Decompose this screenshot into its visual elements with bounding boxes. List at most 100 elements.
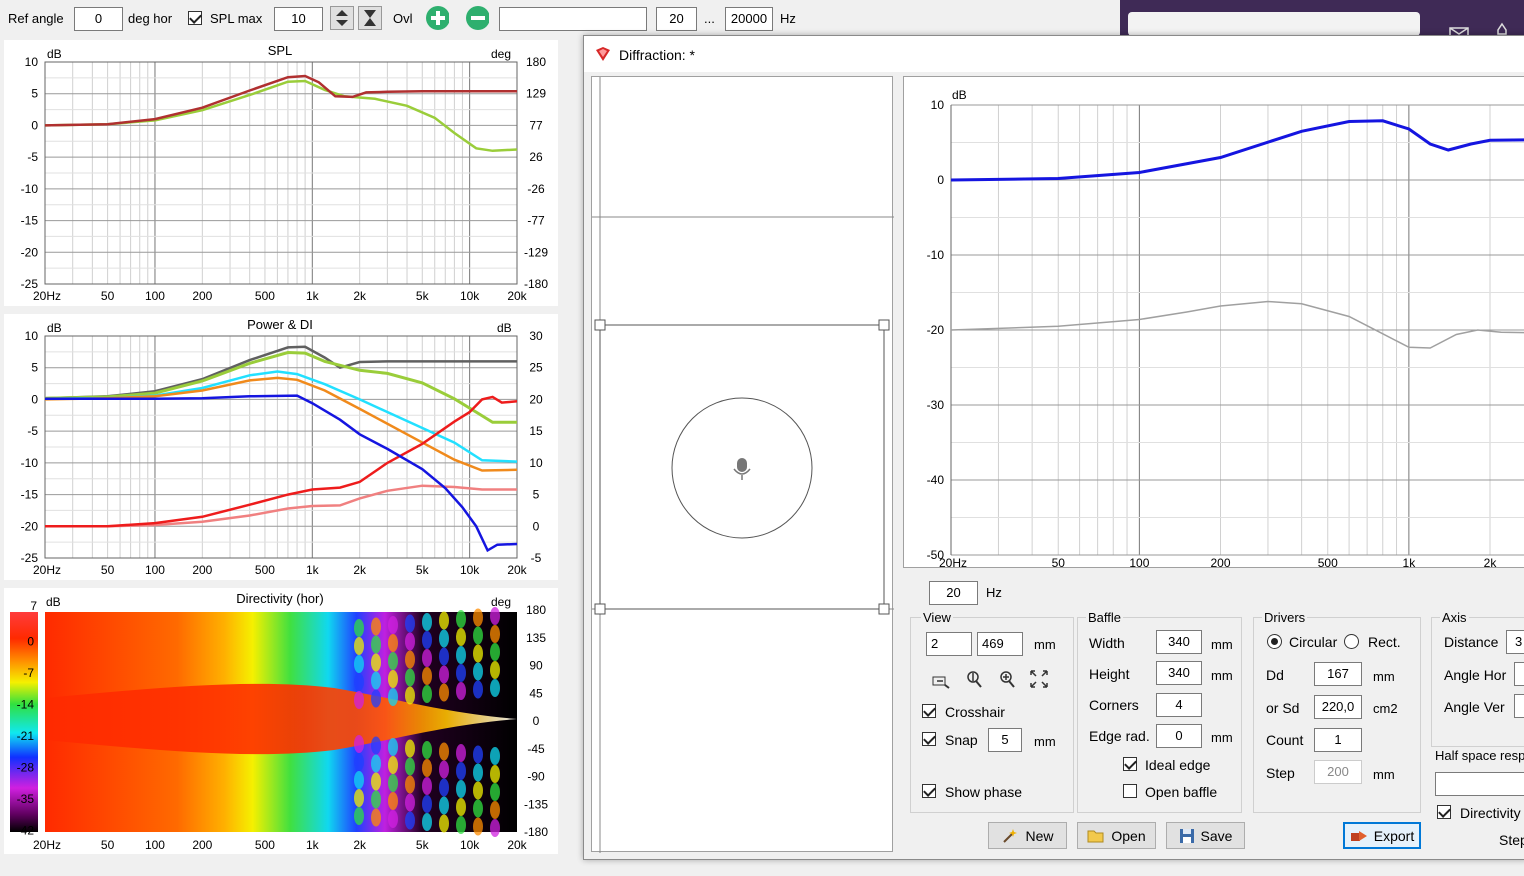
view-unit: mm — [1034, 637, 1056, 652]
save-button-label: Save — [1200, 827, 1233, 844]
spl-max-input[interactable]: 10 — [274, 7, 323, 31]
dd-input[interactable]: 167 — [1314, 662, 1362, 686]
ripple-lobe — [473, 763, 483, 782]
scale-label: -28 — [17, 761, 35, 775]
overlay-name-input[interactable] — [499, 7, 647, 31]
add-overlay-button[interactable] — [425, 6, 449, 30]
baffle-height-input[interactable]: 340 — [1156, 661, 1202, 685]
sd-input[interactable]: 220,0 — [1314, 695, 1362, 719]
ripple-lobe — [473, 608, 483, 627]
dir-unit-left: dB — [46, 595, 61, 609]
baffle-editor-canvas[interactable] — [591, 76, 894, 853]
x-tick-label: 2k — [353, 563, 367, 577]
new-button[interactable]: New — [988, 822, 1067, 849]
directivity-checkbox[interactable] — [1437, 805, 1451, 819]
zoom-vertical-icon — [967, 671, 982, 688]
ripple-lobe — [439, 814, 449, 833]
baffle-width-input[interactable]: 340 — [1156, 630, 1202, 654]
x-tick-label: 200 — [192, 838, 212, 852]
dialog-title-bar[interactable]: Diffraction: * — [584, 36, 1524, 72]
app-icon — [596, 47, 610, 61]
spin-up-down-button[interactable] — [330, 6, 354, 30]
frequency-unit: Hz — [986, 585, 1002, 600]
y-tick-label: -77 — [527, 214, 545, 228]
ref-angle-input[interactable]: 0 — [74, 7, 123, 31]
half-space-input[interactable] — [1435, 772, 1524, 796]
ripple-lobe — [456, 780, 466, 798]
dir-title: Directivity (hor) — [236, 591, 323, 606]
save-button[interactable]: Save — [1166, 822, 1245, 849]
ripple-lobe — [473, 644, 483, 663]
dialog-title: Diffraction: * — [619, 47, 695, 63]
hourglass-button[interactable] — [358, 6, 382, 30]
circular-radio[interactable] — [1267, 634, 1282, 649]
y-tick-label: -10 — [927, 248, 945, 262]
step-label: Step — [1266, 765, 1295, 781]
y-tick-label: -5 — [27, 424, 38, 438]
baffle-corners-input[interactable]: 4 — [1156, 693, 1202, 717]
snap-input[interactable]: 5 — [988, 728, 1022, 752]
zoom-in-icon — [1000, 671, 1015, 688]
angle-hor-label: Angle Hor — [1444, 667, 1507, 683]
baffle-drawing — [592, 77, 894, 853]
scale-label: -42 — [17, 824, 35, 838]
angle-ver-input[interactable] — [1514, 694, 1524, 718]
edge-radius-input[interactable]: 0 — [1156, 724, 1202, 748]
zoom-in-button[interactable] — [995, 667, 1019, 691]
open-button[interactable]: Open — [1077, 822, 1156, 849]
y-tick-label: -5 — [27, 150, 38, 164]
x-tick-label: 50 — [101, 289, 115, 303]
distance-input[interactable]: 3 — [1506, 630, 1524, 654]
freq-max-input[interactable]: 20000 — [725, 7, 773, 31]
zoom-out-icon — [932, 676, 950, 689]
y-tick-label: 25 — [529, 361, 543, 375]
crosshair-checkbox[interactable] — [922, 704, 936, 718]
view-min-input[interactable]: 2 — [926, 632, 972, 656]
sd-label: or Sd — [1266, 700, 1300, 716]
ripple-lobe — [490, 819, 500, 837]
dd-label: Dd — [1266, 667, 1284, 683]
ripple-lobe — [354, 691, 364, 709]
zoom-out-button[interactable] — [929, 667, 953, 691]
snap-checkbox[interactable] — [922, 732, 936, 746]
remove-overlay-button[interactable] — [465, 6, 489, 30]
ripple-lobe — [422, 813, 432, 831]
ripple-lobe — [388, 774, 398, 792]
frequency-input[interactable]: 20 — [929, 581, 978, 605]
y-tick-label: -20 — [927, 323, 945, 337]
y-tick-label: -30 — [927, 398, 945, 412]
ideal-edge-checkbox[interactable] — [1123, 757, 1137, 771]
power-early-refl-curve — [44, 370, 518, 463]
axis-group-label: Axis — [1440, 610, 1469, 625]
open-baffle-checkbox[interactable] — [1123, 784, 1137, 798]
freq-min-input[interactable]: 20 — [656, 7, 697, 31]
ripple-lobe — [405, 757, 415, 776]
spl-unit-right: deg — [491, 47, 511, 61]
x-tick-label: 20k — [507, 563, 527, 577]
export-button[interactable]: Export — [1343, 822, 1421, 849]
sd-unit: cm2 — [1373, 701, 1398, 716]
spl-chart: SPL dB deg 1050-5-10-15-20-251801297726-… — [21, 43, 549, 303]
ripple-lobe — [371, 790, 381, 809]
x-tick-label: 10k — [460, 563, 480, 577]
y-tick-label: 45 — [529, 686, 543, 700]
zoom-fit-button[interactable] — [1027, 667, 1051, 691]
x-tick-label: 5k — [416, 838, 430, 852]
y-tick-label: -20 — [21, 245, 39, 259]
rect-radio[interactable] — [1344, 634, 1359, 649]
diffraction-chart-panel: dB 10 0 -10 -20 -30 -40 -50 20Hz 50 100 200 500 1k 2k — [903, 76, 1524, 570]
spl-max-checkbox[interactable] — [188, 11, 202, 25]
minus-icon — [466, 6, 489, 30]
view-max-input[interactable]: 469 — [977, 632, 1023, 656]
ripple-lobe — [371, 736, 381, 755]
y-tick-label: 10 — [529, 456, 543, 470]
ripple-lobe — [439, 647, 449, 666]
ripple-lobe — [439, 683, 449, 702]
zoom-vertical-button[interactable] — [962, 667, 986, 691]
angle-hor-input[interactable] — [1514, 662, 1524, 686]
count-input[interactable]: 1 — [1314, 728, 1362, 752]
ripple-lobe — [388, 756, 398, 774]
x-tick-label: 10k — [460, 289, 480, 303]
show-phase-checkbox[interactable] — [922, 784, 936, 798]
spin-icon — [336, 10, 348, 26]
